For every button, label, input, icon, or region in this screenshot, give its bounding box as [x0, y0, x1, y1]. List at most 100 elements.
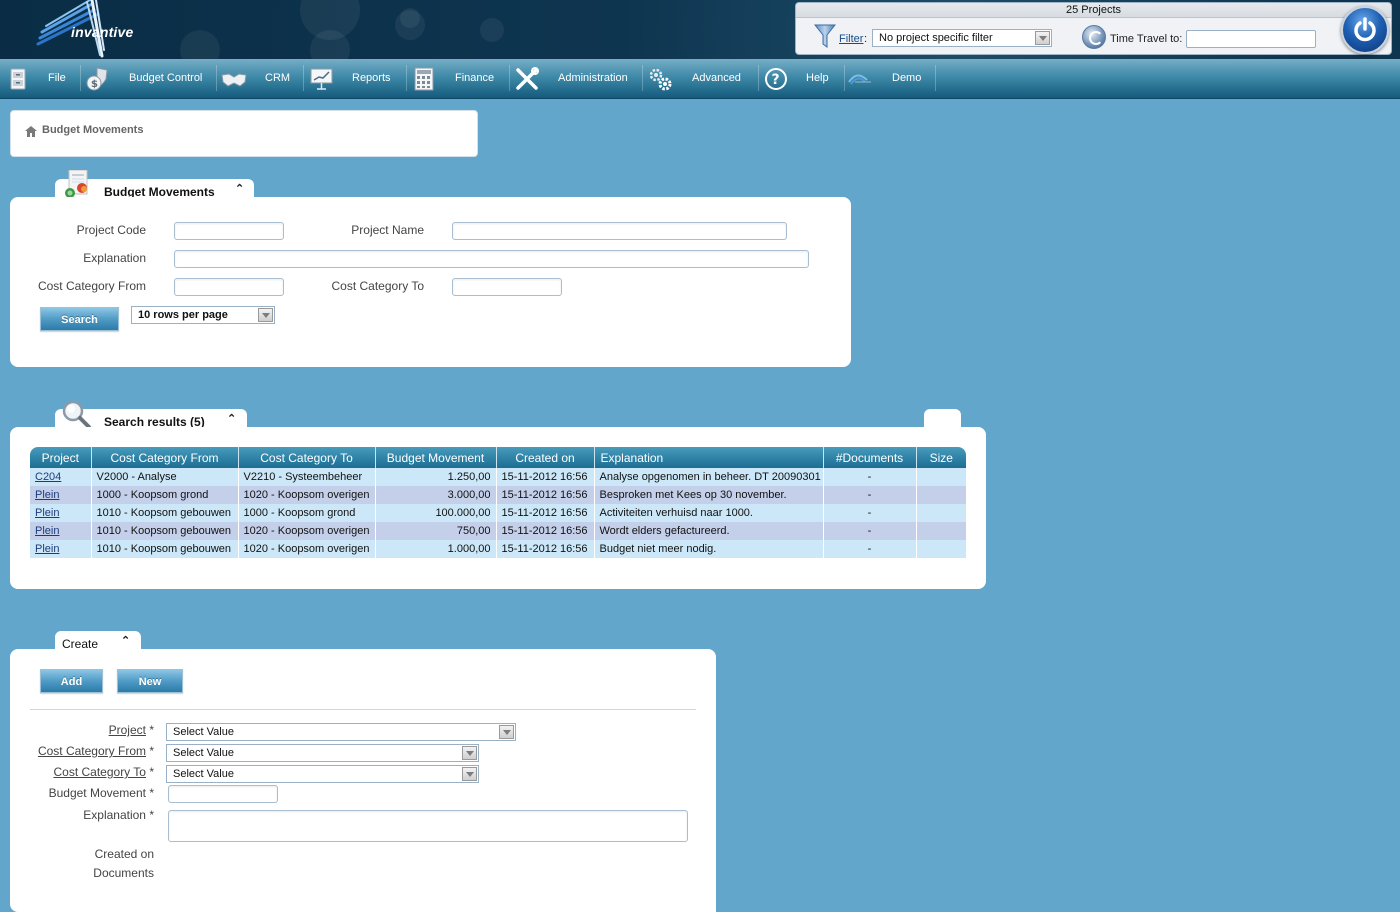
cell-size [916, 504, 967, 522]
cell-budget-movement: 1.000,00 [375, 540, 497, 558]
help-circle-icon: ? [765, 68, 787, 90]
table-row[interactable]: Plein 1010 - Koopsom gebouwen 1000 - Koo… [30, 504, 967, 522]
menu-item-reports[interactable]: Reports [304, 59, 406, 98]
main-menu: File $ Budget Control CRM Reports Financ… [0, 59, 1400, 99]
cell-documents: - [823, 522, 917, 540]
chevron-down-icon[interactable] [499, 725, 514, 739]
menu-item-administration[interactable]: Administration [510, 59, 642, 98]
filter-colon: : [864, 33, 868, 45]
table-row[interactable]: Plein 1000 - Koopsom grond 1020 - Koopso… [30, 486, 967, 504]
column-header-documents[interactable]: #Documents [823, 447, 917, 468]
cost-category-from-input[interactable] [174, 278, 284, 296]
cell-size [916, 468, 967, 486]
chevron-down-icon[interactable] [258, 308, 273, 322]
project-code-input[interactable] [174, 222, 284, 240]
menu-label: Reports [352, 72, 391, 84]
cell-budget-movement: 1.250,00 [375, 468, 497, 486]
time-travel-label: Time Travel to: [1110, 33, 1183, 45]
column-header-size[interactable]: Size [916, 447, 966, 468]
table-row[interactable]: Plein 1010 - Koopsom gebouwen 1020 - Koo… [30, 522, 967, 540]
cell-cost-category-to: 1000 - Koopsom grond [238, 504, 376, 522]
project-link[interactable]: Plein [35, 507, 59, 519]
menu-item-crm[interactable]: CRM [217, 59, 303, 98]
cost-category-to-select[interactable]: Select Value [166, 765, 479, 783]
cost-category-from-select[interactable]: Select Value [166, 744, 479, 762]
menu-item-file[interactable]: File [0, 59, 80, 98]
cost-category-from-label-link[interactable]: Cost Category From [38, 744, 146, 758]
filter-link[interactable]: Filter [839, 33, 863, 45]
form-divider [30, 709, 696, 710]
collapse-icon[interactable]: ⌃ [121, 634, 130, 647]
funnel-icon [814, 24, 836, 48]
cost-category-to-input[interactable] [452, 278, 562, 296]
gears-icon [649, 68, 672, 91]
menu-label: Advanced [692, 72, 741, 84]
budget-movement-input[interactable] [168, 785, 278, 803]
collapse-icon[interactable]: ⌃ [235, 182, 244, 195]
header-banner: invantive 25 Projects Filter : No projec… [0, 0, 1400, 59]
demo-logo-icon [848, 74, 871, 85]
project-link[interactable]: Plein [35, 543, 59, 555]
project-link[interactable]: Plein [35, 489, 59, 501]
table-row[interactable]: Plein 1010 - Koopsom gebouwen 1020 - Koo… [30, 540, 967, 558]
menu-item-finance[interactable]: Finance [407, 59, 509, 98]
budget-movement-field-label: Budget Movement * [49, 786, 154, 800]
results-table: Project Cost Category From Cost Category… [30, 447, 967, 558]
rows-per-page-select[interactable]: 10 rows per page [131, 306, 275, 324]
column-header-cost-category-from[interactable]: Cost Category From [91, 447, 239, 468]
explanation-field-label: Explanation * [83, 808, 154, 822]
explanation-textarea[interactable] [168, 810, 688, 842]
explanation-input[interactable] [174, 250, 809, 268]
cell-cost-category-to: 1020 - Koopsom overigen [238, 522, 376, 540]
project-name-input[interactable] [452, 222, 787, 240]
presentation-chart-icon [310, 68, 333, 90]
cost-category-to-field-label: Cost Category To * [53, 765, 154, 779]
documents-label: Documents [93, 866, 154, 880]
cell-cost-category-to: 1020 - Koopsom overigen [238, 540, 376, 558]
cost-category-to-label-link[interactable]: Cost Category To [53, 765, 146, 779]
add-button[interactable]: Add [40, 669, 103, 693]
column-header-created-on[interactable]: Created on [496, 447, 595, 468]
money-bag-shield-icon: $ [86, 67, 108, 91]
menu-item-demo[interactable]: Demo [845, 59, 935, 98]
project-filter-select[interactable]: No project specific filter [872, 29, 1052, 47]
search-button[interactable]: Search [40, 307, 119, 331]
cost-category-to-label: Cost Category To [331, 279, 425, 293]
home-icon[interactable] [25, 126, 37, 137]
project-label-link[interactable]: Project [109, 723, 146, 737]
project-select[interactable]: Select Value [166, 723, 516, 741]
decorative-bubble [400, 8, 420, 28]
rows-per-page-value: 10 rows per page [138, 309, 228, 321]
svg-text:?: ? [772, 72, 780, 88]
column-header-explanation[interactable]: Explanation [594, 447, 824, 468]
menu-label: Demo [892, 72, 922, 84]
cell-explanation: Budget niet meer nodig. [594, 540, 824, 558]
cell-explanation: Activiteiten verhuisd naar 1000. [594, 504, 824, 522]
menu-item-budget-control[interactable]: $ Budget Control [81, 59, 216, 98]
logout-power-button[interactable] [1341, 6, 1389, 54]
new-button[interactable]: New [117, 669, 183, 693]
menu-item-help[interactable]: ? Help [759, 59, 844, 98]
column-header-project[interactable]: Project [30, 447, 92, 468]
column-header-budget-movement[interactable]: Budget Movement [375, 447, 497, 468]
breadcrumb: Budget Movements [10, 110, 478, 157]
cell-documents: - [823, 504, 917, 522]
project-link[interactable]: Plein [35, 525, 59, 537]
collapse-icon[interactable]: ⌃ [227, 412, 236, 425]
chevron-down-icon[interactable] [462, 767, 477, 781]
decorative-bubble [480, 18, 504, 42]
menu-item-advanced[interactable]: Advanced [643, 59, 758, 98]
project-field-label: Project * [109, 723, 154, 737]
chevron-down-icon[interactable] [1035, 31, 1050, 45]
chevron-down-icon[interactable] [462, 746, 477, 760]
time-travel-input[interactable] [1186, 30, 1316, 48]
cell-size [916, 540, 967, 558]
cell-documents: - [823, 540, 917, 558]
required-marker: * [149, 786, 154, 800]
project-link[interactable]: C204 [35, 471, 61, 483]
project-count: 25 Projects [796, 3, 1391, 18]
column-header-cost-category-to[interactable]: Cost Category To [238, 447, 376, 468]
handshake-icon [221, 73, 247, 87]
table-row[interactable]: C204 V2000 - Analyse V2210 - Systeembehe… [30, 468, 967, 486]
cell-created-on: 15-11-2012 16:56 [496, 468, 595, 486]
